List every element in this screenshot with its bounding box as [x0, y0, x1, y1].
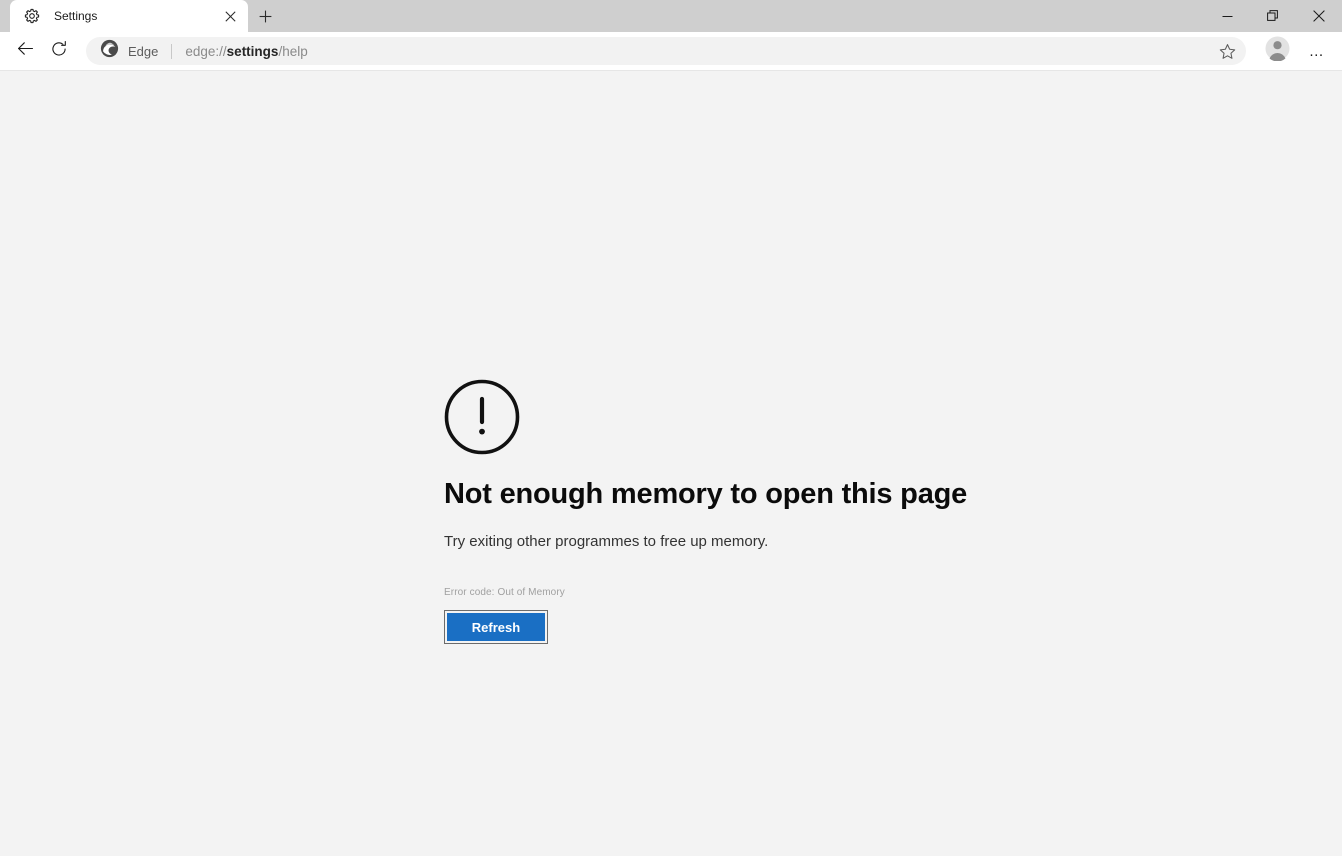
page-content: Not enough memory to open this page Try …	[0, 71, 1342, 856]
close-icon[interactable]	[1296, 0, 1342, 32]
back-button[interactable]	[8, 36, 42, 66]
avatar	[1265, 36, 1290, 66]
favorites-star-icon[interactable]	[1212, 39, 1242, 63]
tab-title: Settings	[54, 9, 220, 23]
reload-button[interactable]	[42, 36, 76, 66]
exclamation-circle-icon	[444, 379, 520, 455]
restore-icon[interactable]	[1250, 0, 1296, 32]
gear-icon	[24, 8, 40, 24]
back-arrow-icon	[16, 39, 35, 63]
new-tab-button[interactable]	[250, 2, 280, 30]
omnibox-divider	[171, 44, 172, 59]
url-prefix: edge://	[185, 44, 226, 59]
error-code-text: Error code: Out of Memory	[444, 587, 1064, 598]
edge-logo-icon	[100, 39, 119, 63]
minimize-icon[interactable]	[1204, 0, 1250, 32]
address-bar-url: edge://settings/help	[185, 44, 1212, 59]
edge-brand: Edge	[100, 39, 158, 63]
error-page: Not enough memory to open this page Try …	[444, 379, 1064, 644]
page-title: Not enough memory to open this page	[444, 479, 1064, 511]
refresh-button-focus-ring: Refresh	[444, 610, 548, 644]
edge-brand-label: Edge	[128, 44, 158, 59]
profile-button[interactable]	[1260, 36, 1294, 66]
tab-settings[interactable]: Settings	[10, 0, 248, 32]
tab-close-icon[interactable]	[220, 6, 240, 26]
window-controls	[1204, 0, 1342, 32]
url-path: /help	[278, 44, 307, 59]
refresh-button[interactable]: Refresh	[447, 613, 545, 641]
tab-strip: Settings	[0, 0, 1342, 32]
address-bar[interactable]: Edge edge://settings/help	[86, 37, 1246, 65]
more-options-icon[interactable]: …	[1300, 36, 1334, 66]
url-host: settings	[227, 44, 279, 59]
reload-icon	[50, 40, 68, 63]
page-subtitle: Try exiting other programmes to free up …	[444, 532, 1064, 552]
browser-toolbar: Edge edge://settings/help …	[0, 32, 1342, 71]
